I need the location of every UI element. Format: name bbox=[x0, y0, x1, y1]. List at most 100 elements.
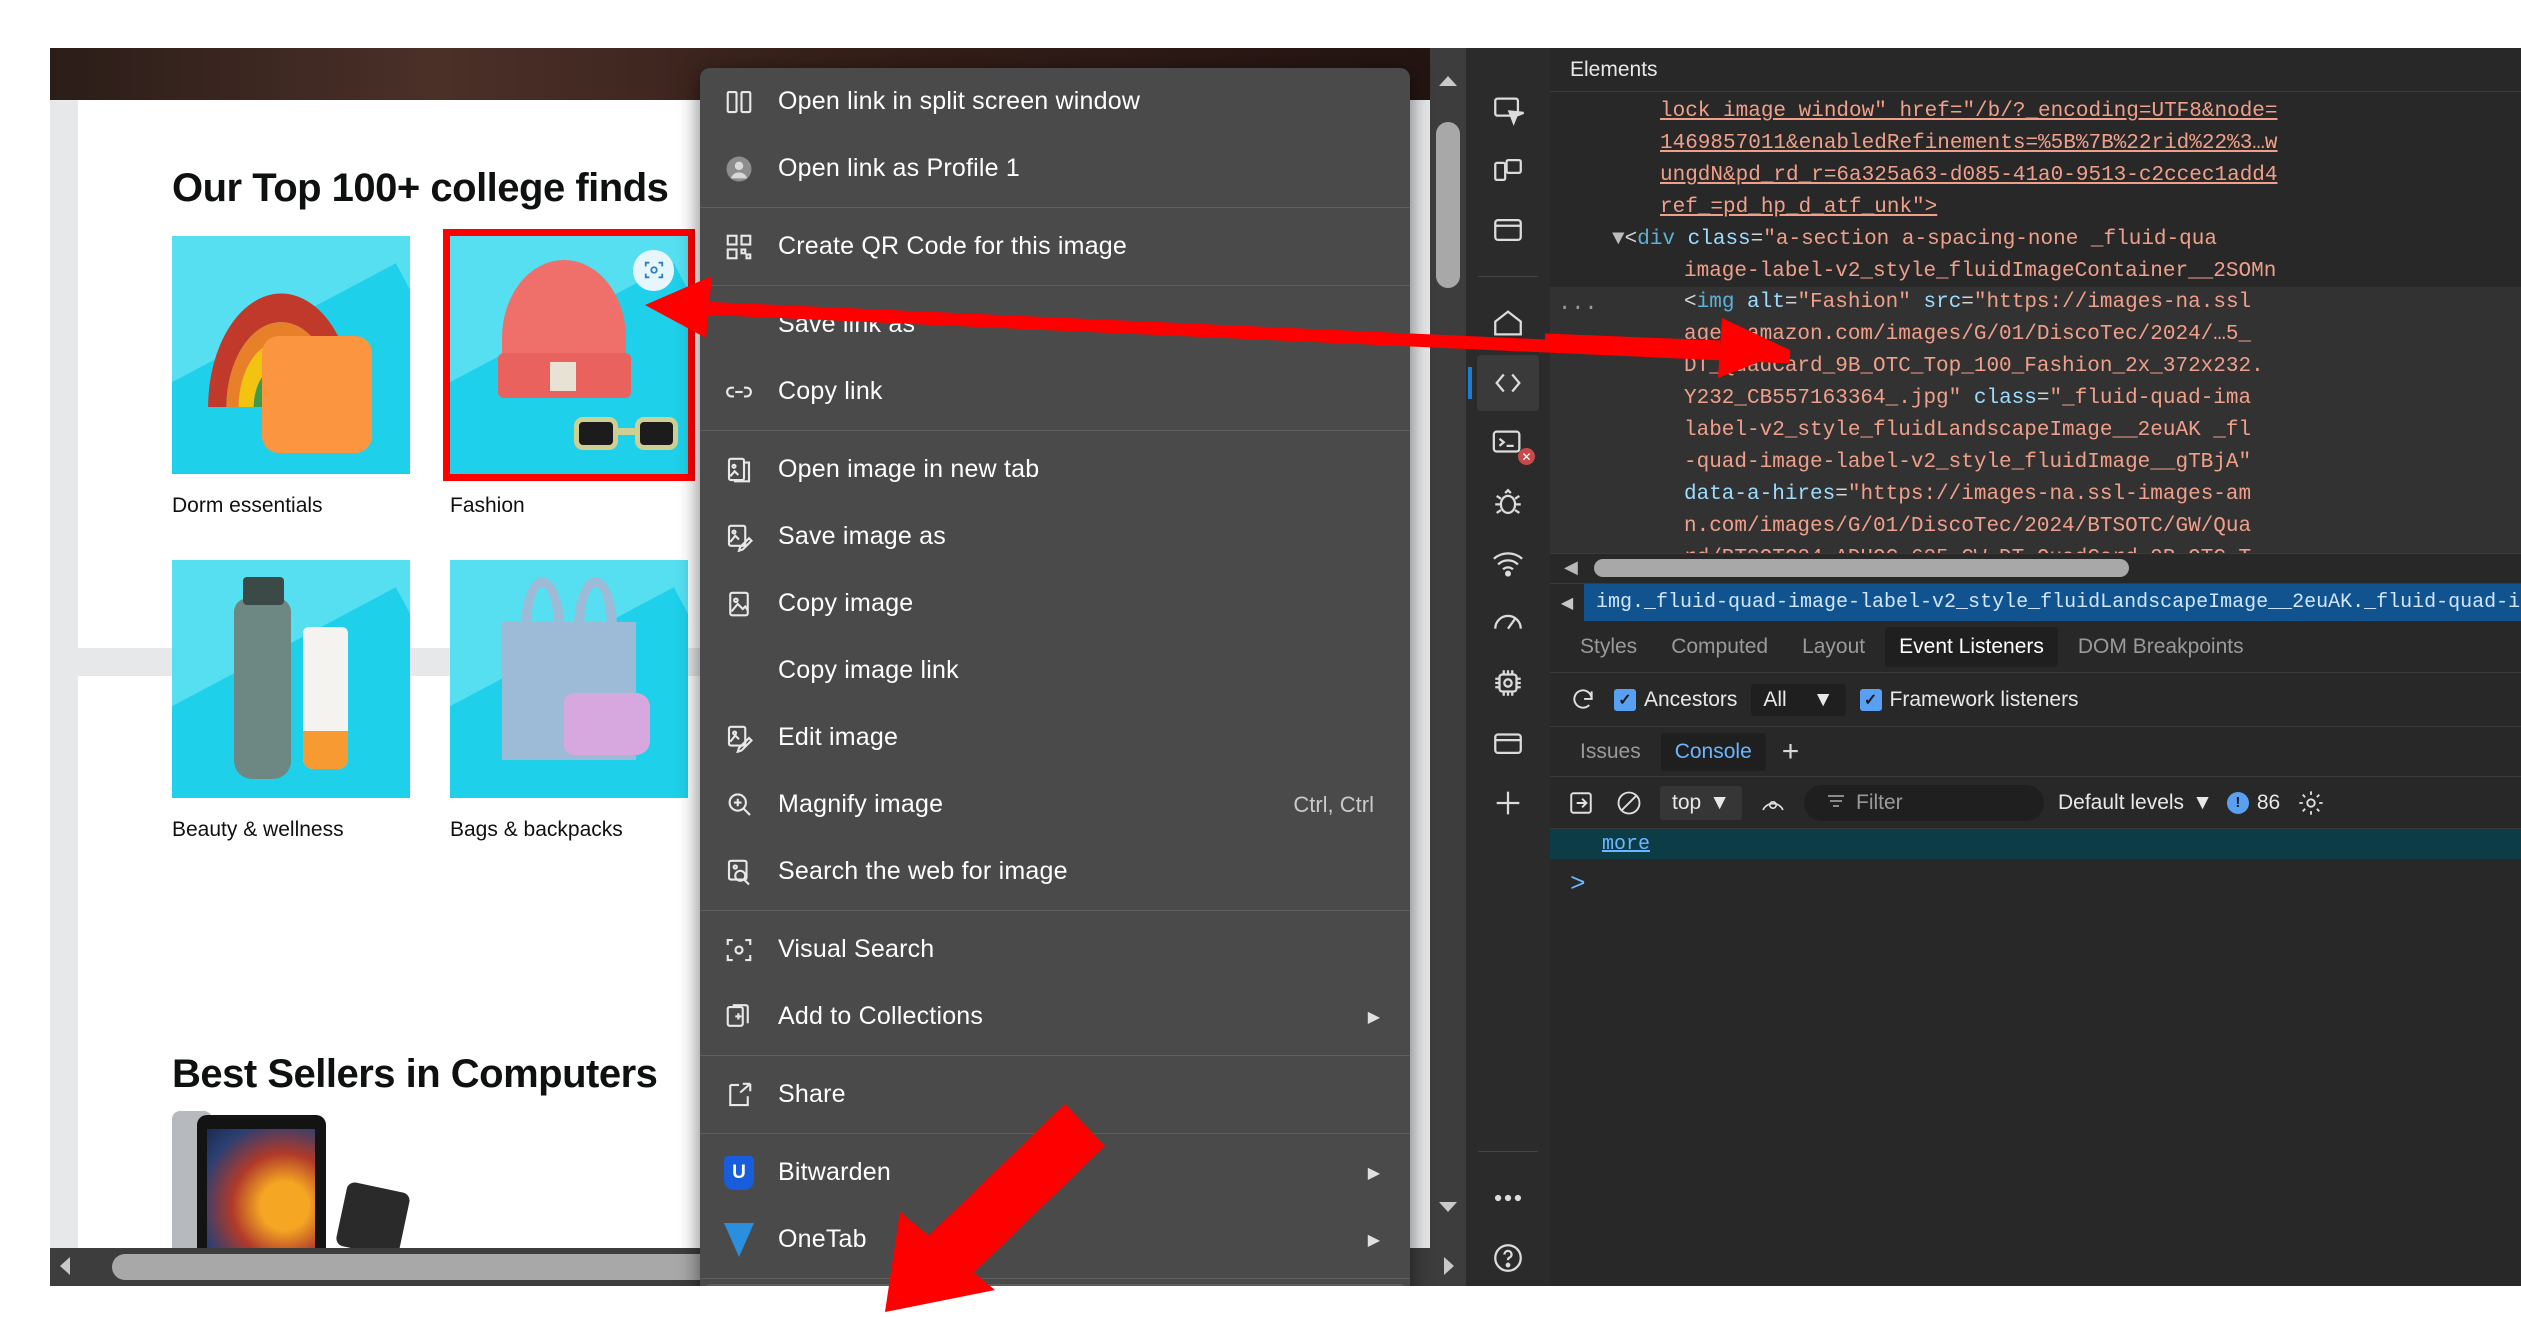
context-menu-item-save-image-as[interactable]: Save image as bbox=[700, 503, 1410, 570]
tab-computed[interactable]: Computed bbox=[1657, 627, 1782, 667]
dom-tree-line[interactable]: n.com/images/G/01/DiscoTec/2024/BTSOTC/G… bbox=[1550, 510, 2521, 543]
memory-chip-icon[interactable] bbox=[1477, 655, 1539, 711]
console-toolbar[interactable]: top ▼ Filter Default levels ▼ ! 86 bbox=[1550, 777, 2521, 829]
context-menu-item-copy-link[interactable]: Copy link bbox=[700, 358, 1410, 425]
ancestors-checkbox-group[interactable]: ✓ Ancestors bbox=[1614, 688, 1737, 712]
bags-backpacks-image[interactable] bbox=[450, 560, 688, 798]
dom-tree-line[interactable]: DT_QuadCard_9B_OTC_Top_100_Fashion_2x_37… bbox=[1550, 351, 2521, 384]
context-menu-item-search-the-web-for-image[interactable]: Search the web for image bbox=[700, 838, 1410, 905]
elements-code-icon[interactable] bbox=[1468, 355, 1539, 411]
dom-scroll-thumb[interactable] bbox=[1594, 559, 2129, 577]
dom-tree-line[interactable]: ref_=pd_hp_d_atf_unk"> bbox=[1550, 192, 2521, 224]
dom-tree-line[interactable]: image-label-v2_style_fluidImageContainer… bbox=[1550, 256, 2521, 288]
dom-line-gutter-menu[interactable]: ... bbox=[1558, 287, 1598, 320]
home-icon[interactable] bbox=[1477, 295, 1539, 351]
dom-tree-line[interactable]: rd/BTSOTC24_ADHOC_625_GW_DT_QuadCard_9B_… bbox=[1550, 542, 2521, 553]
console-output[interactable]: more > bbox=[1550, 829, 2521, 1286]
context-menu-item-onetab[interactable]: OneTab ▶ bbox=[700, 1206, 1410, 1273]
scroll-down-arrow-icon[interactable] bbox=[1438, 1200, 1458, 1214]
devtools-activity-rail[interactable]: ✕ bbox=[1466, 48, 1550, 1286]
dom-tree-line[interactable]: <img alt="Fashion" src="https://images-n… bbox=[1550, 287, 2521, 320]
page-vertical-scrollbar[interactable] bbox=[1430, 48, 1466, 1248]
framework-listeners-checkbox[interactable]: ✓ bbox=[1859, 688, 1882, 711]
context-menu-item-create-qr-code-for-this-image[interactable]: Create QR Code for this image bbox=[700, 213, 1410, 280]
console-input-prompt[interactable]: > bbox=[1550, 859, 2521, 899]
console-error-icon[interactable]: ✕ bbox=[1477, 415, 1539, 471]
scroll-right-arrow-icon[interactable] bbox=[1442, 1256, 1456, 1281]
tab-styles[interactable]: Styles bbox=[1566, 627, 1651, 667]
quad-tile-bags-backpacks[interactable] bbox=[450, 560, 688, 798]
gear-icon[interactable] bbox=[2294, 786, 2328, 820]
context-menu-item-magnify-image[interactable]: Magnify image Ctrl, Ctrl bbox=[700, 771, 1410, 838]
context-menu-item-edit-image[interactable]: Edit image bbox=[700, 704, 1410, 771]
quad-tile-dorm-essentials[interactable] bbox=[172, 236, 410, 474]
context-menu-item-bitwarden[interactable]: U Bitwarden ▶ bbox=[700, 1139, 1410, 1206]
add-panel-icon[interactable] bbox=[1477, 775, 1539, 831]
dom-tree-line[interactable]: ▼<div class="a-section a-spacing-none _f… bbox=[1550, 224, 2521, 256]
tab-issues[interactable]: Issues bbox=[1566, 733, 1655, 771]
dorm-essentials-image[interactable] bbox=[172, 236, 410, 474]
tab-console[interactable]: Console bbox=[1660, 732, 1766, 771]
chevron-down-icon[interactable]: ▼ bbox=[1813, 688, 1834, 712]
event-filter-select[interactable]: All ▼ bbox=[1751, 683, 1846, 716]
breadcrumb-back-icon[interactable]: ◀ bbox=[1550, 583, 1584, 622]
sources-debug-icon[interactable] bbox=[1477, 475, 1539, 531]
chevron-down-icon[interactable]: ▼ bbox=[1709, 791, 1730, 815]
window-icon[interactable] bbox=[1477, 202, 1539, 258]
console-context-select[interactable]: top ▼ bbox=[1660, 785, 1742, 820]
context-menu-item-open-link-in-split-screen-window[interactable]: Open link in split screen window bbox=[700, 68, 1410, 135]
dom-tree-line[interactable]: ages-amazon.com/images/G/01/DiscoTec/202… bbox=[1550, 319, 2521, 352]
context-menu-item-visual-search[interactable]: Visual Search bbox=[700, 916, 1410, 983]
best-sellers-product-image[interactable] bbox=[172, 1100, 420, 1248]
device-emulation-icon[interactable] bbox=[1477, 142, 1539, 198]
clear-console-icon[interactable] bbox=[1612, 786, 1646, 820]
dom-tree-line[interactable]: lock image window" href="/b/?_encoding=U… bbox=[1550, 96, 2521, 128]
context-menu-item-copy-image-link[interactable]: Copy image link bbox=[700, 637, 1410, 704]
plus-icon[interactable]: + bbox=[1772, 735, 1810, 769]
breadcrumb-selected-node[interactable]: img._fluid-quad-image-label-v2_style_flu… bbox=[1584, 583, 2521, 622]
inspect-element-icon[interactable] bbox=[1477, 82, 1539, 138]
dom-tree-line[interactable]: label-v2_style_fluidLandscapeImage__2euA… bbox=[1550, 415, 2521, 447]
console-levels-select[interactable]: Default levels ▼ bbox=[2058, 791, 2213, 815]
scroll-up-arrow-icon[interactable] bbox=[1438, 74, 1458, 88]
dom-tree-line[interactable]: ungdN&pd_rd_r=6a325a63-d085-41a0-9513-c2… bbox=[1550, 160, 2521, 192]
visual-search-icon[interactable] bbox=[633, 250, 674, 291]
tab-layout[interactable]: Layout bbox=[1788, 627, 1879, 667]
application-icon[interactable] bbox=[1477, 715, 1539, 771]
ancestors-checkbox[interactable]: ✓ bbox=[1614, 688, 1636, 711]
chevron-right-icon[interactable]: ▶ bbox=[1368, 1230, 1384, 1250]
dom-tree-line[interactable]: data-a-hires="https://images-na.ssl-imag… bbox=[1550, 478, 2521, 511]
dom-scroll-left-arrow-icon[interactable]: ◀ bbox=[1564, 557, 1578, 578]
image-context-menu[interactable]: Open link in split screen window Open lin… bbox=[700, 68, 1410, 1286]
context-menu-item-inspect[interactable]: Inspect bbox=[704, 1284, 1406, 1286]
quad-tile-beauty-wellness[interactable] bbox=[172, 560, 410, 798]
more-tools-icon[interactable] bbox=[1477, 1170, 1539, 1226]
dom-tree-line[interactable]: 1469857011&enabledRefinements=%5B%7B%22r… bbox=[1550, 128, 2521, 160]
scroll-left-arrow-icon[interactable] bbox=[58, 1256, 72, 1281]
console-filter-input[interactable]: Filter bbox=[1804, 784, 2044, 821]
context-menu-item-copy-image[interactable]: Copy image bbox=[700, 570, 1410, 637]
chevron-right-icon[interactable]: ▶ bbox=[1368, 1163, 1384, 1183]
network-icon[interactable] bbox=[1477, 535, 1539, 591]
chevron-down-icon[interactable]: ▼ bbox=[2192, 791, 2213, 815]
context-menu-item-open-link-as-profile-1[interactable]: Open link as Profile 1 bbox=[700, 135, 1410, 202]
context-menu-item-add-to-collections[interactable]: Add to Collections ▶ bbox=[700, 983, 1410, 1050]
page-vertical-scroll-thumb[interactable] bbox=[1436, 122, 1460, 288]
help-icon[interactable] bbox=[1477, 1230, 1539, 1286]
dom-tree-horizontal-scrollbar[interactable]: ◀ bbox=[1550, 553, 2521, 583]
eye-icon[interactable] bbox=[1756, 786, 1790, 820]
console-sidebar-icon[interactable] bbox=[1564, 786, 1598, 820]
tab-event-listeners[interactable]: Event Listeners bbox=[1885, 626, 2058, 667]
devtools-tabbar[interactable]: Elements bbox=[1550, 48, 2521, 92]
console-message-row[interactable]: more bbox=[1550, 829, 2521, 859]
console-drawer-tabs[interactable]: Issues Console + bbox=[1550, 727, 2521, 777]
context-menu-item-open-image-in-new-tab[interactable]: Open image in new tab bbox=[700, 436, 1410, 503]
beauty-wellness-image[interactable] bbox=[172, 560, 410, 798]
dom-tree-line[interactable]: -quad-image-label-v2_style_fluidImage__g… bbox=[1550, 446, 2521, 479]
context-menu-item-share[interactable]: Share bbox=[700, 1061, 1410, 1128]
refresh-icon[interactable] bbox=[1566, 683, 1600, 717]
framework-listeners-checkbox-group[interactable]: ✓ Framework listeners bbox=[1859, 688, 2079, 712]
tab-elements[interactable]: Elements bbox=[1560, 58, 1668, 82]
tab-dom-breakpoints[interactable]: DOM Breakpoints bbox=[2064, 627, 2258, 667]
event-listeners-toolbar[interactable]: ✓ Ancestors All ▼ ✓ Framework listeners bbox=[1550, 673, 2521, 727]
